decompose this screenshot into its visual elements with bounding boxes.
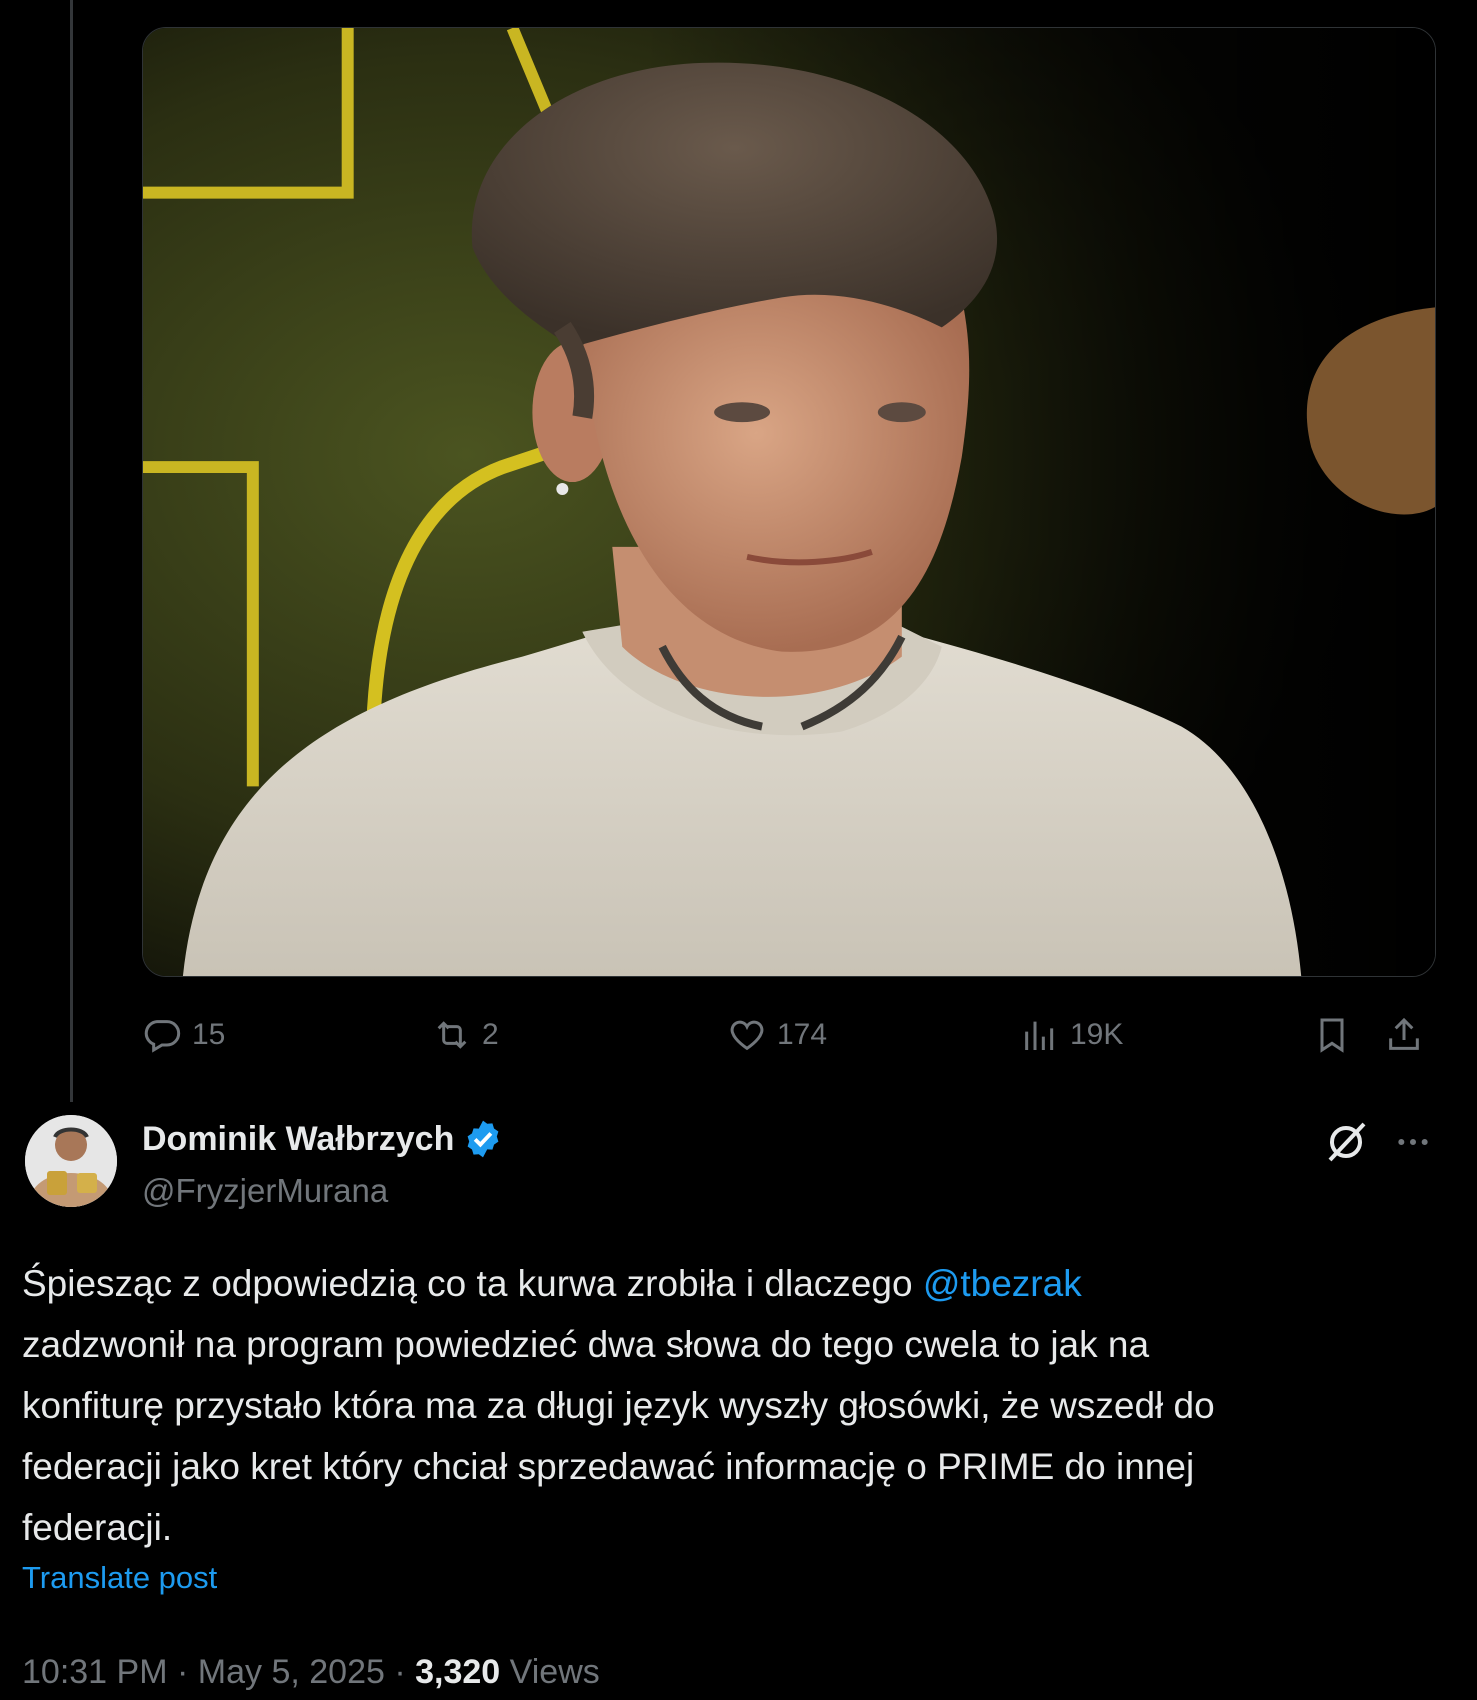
share-button[interactable] xyxy=(1384,1010,1424,1060)
reply-count: 15 xyxy=(192,1018,226,1051)
views-count-bar: 19K xyxy=(1070,1018,1124,1051)
meta-separator: · xyxy=(394,1653,406,1691)
main-tweet: Dominik Wałbrzych @FryzjerMurana Śpieszą… xyxy=(0,1088,1477,1700)
tweet-action-bar: 15 2 174 19K xyxy=(142,1010,1436,1060)
tweet-photo[interactable] xyxy=(142,27,1436,977)
tweet-meta: 10:31 PM · May 5, 2025 · 3,320 Views xyxy=(22,1653,600,1692)
bookmark-button[interactable] xyxy=(1312,1010,1352,1060)
more-options-icon[interactable] xyxy=(1393,1122,1433,1162)
like-count: 174 xyxy=(777,1018,828,1051)
verified-badge-icon[interactable] xyxy=(462,1118,504,1160)
views-label: Views xyxy=(509,1653,600,1691)
grok-icon[interactable] xyxy=(1322,1118,1370,1166)
repost-count: 2 xyxy=(482,1018,499,1051)
author-name-row: Dominik Wałbrzych xyxy=(142,1118,504,1160)
like-button[interactable]: 174 xyxy=(727,1010,827,1060)
tweet-time[interactable]: 10:31 PM xyxy=(22,1653,168,1691)
tweet-date[interactable]: May 5, 2025 xyxy=(198,1653,385,1691)
tweet-text-part2: zadzwonił na program powiedzieć dwa słow… xyxy=(22,1324,1215,1548)
reply-button[interactable]: 15 xyxy=(142,1010,225,1060)
display-name[interactable]: Dominik Wałbrzych xyxy=(142,1120,454,1159)
photo-image xyxy=(143,28,1435,976)
meta-separator: · xyxy=(176,1653,189,1691)
views-chart-icon xyxy=(1025,1021,1054,1050)
bookmark-icon xyxy=(1320,1018,1344,1053)
tweet-text: Śpiesząc z odpowiedzią co ta kurwa zrobi… xyxy=(22,1253,1452,1558)
thread-connector-line xyxy=(70,0,73,1102)
handle[interactable]: @FryzjerMurana xyxy=(142,1172,388,1210)
heart-icon xyxy=(730,1020,764,1051)
translate-post-link[interactable]: Translate post xyxy=(22,1560,217,1596)
share-icon xyxy=(1389,1017,1419,1050)
views-count: 3,320 xyxy=(415,1653,501,1691)
reply-icon xyxy=(144,1020,181,1053)
mention-link[interactable]: @tbezrak xyxy=(923,1263,1082,1304)
views-button[interactable]: 19K xyxy=(1020,1010,1123,1060)
avatar[interactable] xyxy=(25,1115,117,1207)
tweet-text-part1: Śpiesząc z odpowiedzią co ta kurwa zrobi… xyxy=(22,1263,923,1304)
avatar-image xyxy=(25,1115,117,1207)
repost-button[interactable]: 2 xyxy=(432,1010,499,1060)
repost-icon xyxy=(437,1021,467,1049)
